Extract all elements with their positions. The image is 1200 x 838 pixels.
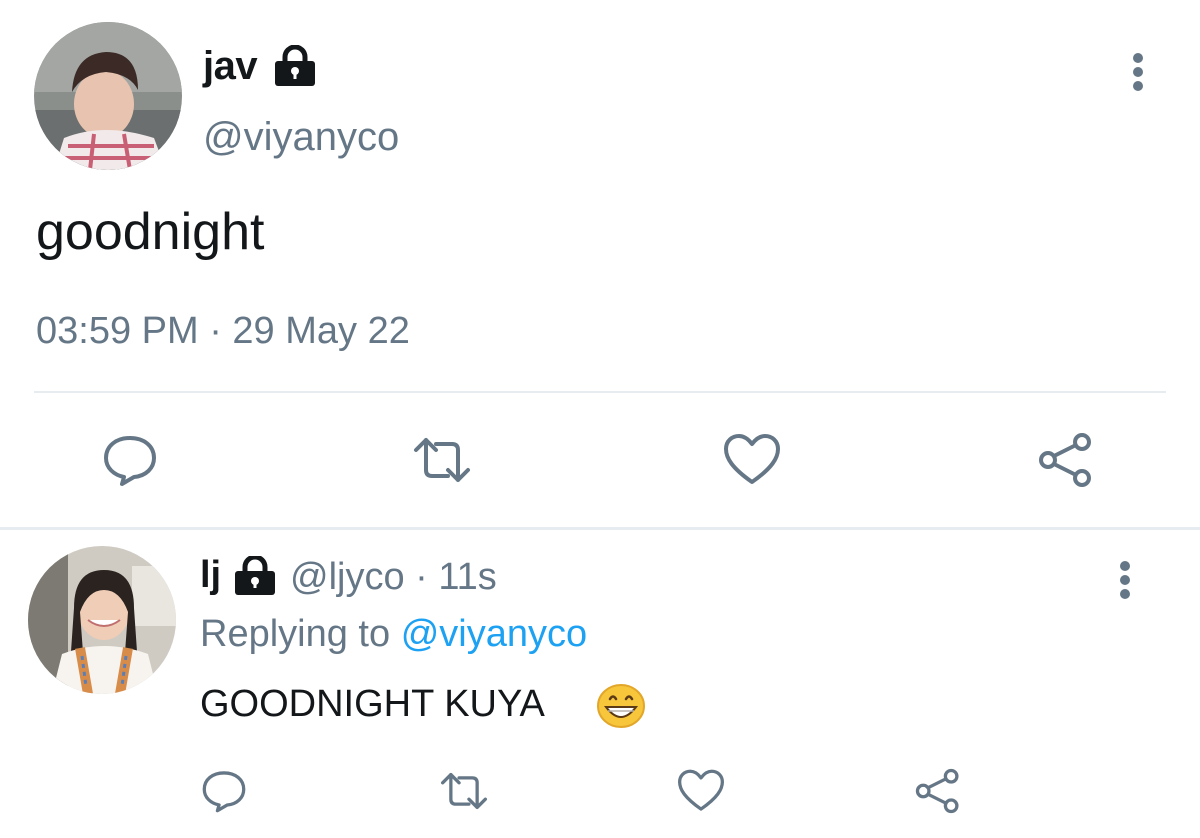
- like-icon: [678, 769, 724, 811]
- reply-button[interactable]: [200, 768, 248, 814]
- divider: [34, 391, 1166, 393]
- handle-and-time[interactable]: @ljyco · 11s: [290, 556, 497, 599]
- retweet-icon: [441, 772, 488, 810]
- avatar[interactable]: [34, 22, 182, 170]
- reply-icon: [104, 436, 156, 486]
- like-button[interactable]: [722, 432, 782, 488]
- avatar-image: [28, 546, 176, 694]
- retweet-button[interactable]: [410, 432, 474, 488]
- more-vertical-icon[interactable]: [1126, 52, 1150, 97]
- reply-icon: [202, 771, 246, 813]
- share-button[interactable]: [1036, 432, 1096, 488]
- retweet-button[interactable]: [437, 768, 491, 814]
- like-icon: [724, 434, 780, 484]
- more-vertical-icon[interactable]: [1113, 560, 1137, 605]
- share-button[interactable]: [913, 768, 963, 814]
- section-divider: [0, 527, 1200, 530]
- tweet-text: goodnight: [36, 203, 265, 261]
- reply-button[interactable]: [102, 432, 158, 488]
- grinning-face-emoji: [596, 683, 646, 734]
- handle[interactable]: @viyanyco: [203, 115, 399, 160]
- tweet-text: GOODNIGHT KUYA: [200, 683, 545, 725]
- like-button[interactable]: [676, 768, 726, 814]
- share-icon: [915, 768, 959, 814]
- display-name[interactable]: lj: [200, 554, 221, 597]
- lock-icon: [272, 44, 318, 92]
- display-name[interactable]: jav: [203, 44, 258, 89]
- lock-icon: [232, 554, 278, 601]
- replying-target-link[interactable]: @viyanyco: [401, 613, 587, 655]
- timestamp[interactable]: 03:59 PM · 29 May 22: [36, 310, 410, 353]
- avatar-image: [34, 22, 182, 170]
- share-icon: [1039, 433, 1091, 487]
- avatar[interactable]: [28, 546, 176, 694]
- retweet-icon: [414, 438, 470, 482]
- replying-prefix: Replying to: [200, 613, 391, 655]
- replying-to: Replying to @viyanyco: [200, 613, 587, 656]
